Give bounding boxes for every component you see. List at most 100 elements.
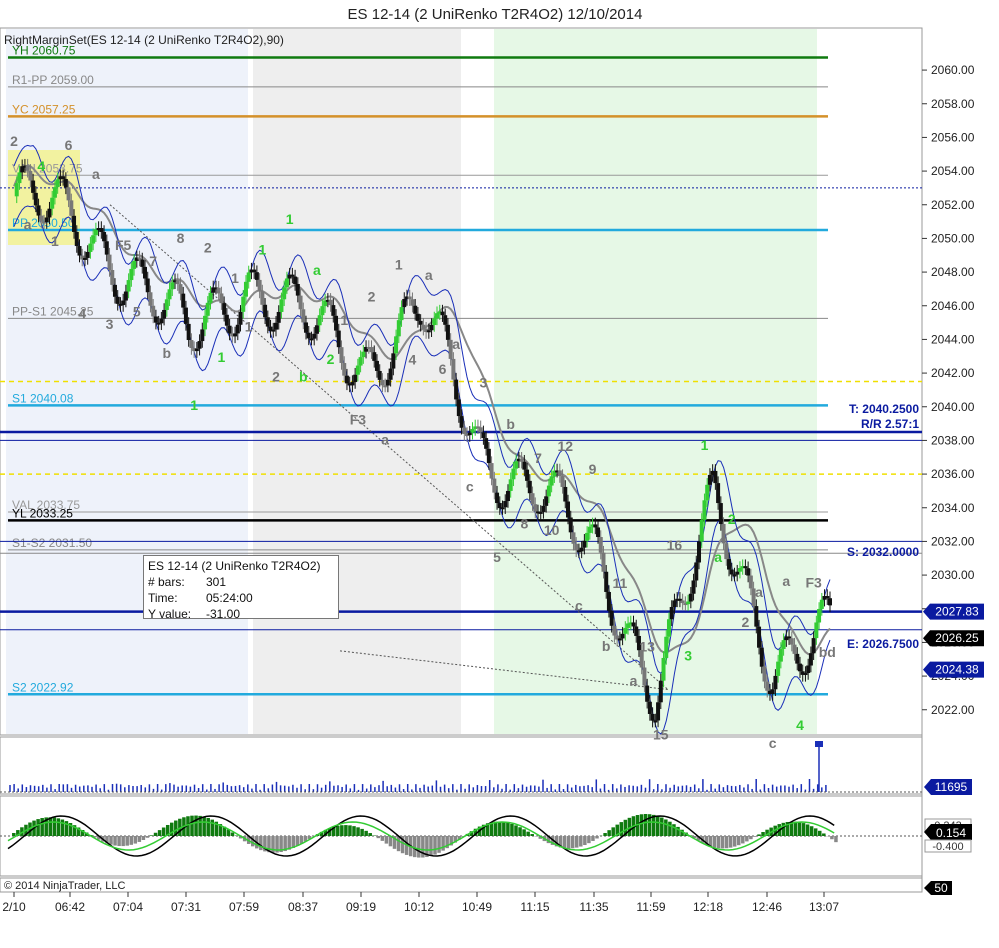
price-bar xyxy=(811,638,816,654)
data-box-title: ES 12-14 (2 UniRenko T2R4O2) xyxy=(148,559,321,573)
price-bar xyxy=(170,282,175,290)
price-tick-label: 2046.00 xyxy=(931,299,975,313)
data-box-row: Y value: -31.00 xyxy=(148,606,334,622)
price-bar xyxy=(243,281,248,297)
osc-bar xyxy=(732,836,737,847)
price-bar xyxy=(721,524,726,544)
osc-bar xyxy=(562,836,567,849)
price-bar xyxy=(732,574,737,577)
price-bar xyxy=(216,287,221,294)
time-tick-label: 09:19 xyxy=(346,900,376,914)
price-bar xyxy=(413,305,418,314)
price-bar xyxy=(688,593,693,602)
wave-label: 6 xyxy=(65,137,73,153)
osc-bar xyxy=(396,836,401,852)
price-bar xyxy=(279,299,284,312)
price-bar xyxy=(593,524,598,528)
price-bar xyxy=(391,353,396,369)
level-label: R1-PP 2059.00 xyxy=(12,73,94,87)
wave-label: bd xyxy=(819,644,836,660)
osc-bar xyxy=(206,817,210,836)
price-bar xyxy=(778,648,783,662)
price-bar xyxy=(650,713,655,721)
price-bar xyxy=(445,324,450,340)
wave-label: 7 xyxy=(534,450,542,466)
osc-bar xyxy=(526,831,530,836)
wave-label: c xyxy=(769,735,777,751)
wave-label: b xyxy=(299,368,308,384)
price-bar xyxy=(765,681,770,691)
price-bar xyxy=(271,329,276,332)
price-bar xyxy=(372,352,377,361)
price-bar xyxy=(666,619,671,637)
price-bar xyxy=(334,315,339,331)
price-bar xyxy=(355,365,360,375)
price-bar xyxy=(328,299,333,306)
osc-bar xyxy=(510,823,514,836)
osc-bar xyxy=(380,836,385,841)
wave-label: 8 xyxy=(177,230,185,246)
price-bar xyxy=(664,636,669,658)
price-bar xyxy=(647,701,652,714)
price-bar xyxy=(544,496,549,506)
price-bar xyxy=(819,599,824,609)
price-bar xyxy=(694,562,699,581)
price-bar xyxy=(797,663,802,672)
price-bar xyxy=(246,272,251,282)
price-bar xyxy=(707,474,712,485)
price-bar xyxy=(129,268,134,281)
price-bar xyxy=(273,322,278,330)
price-bar xyxy=(317,315,322,326)
level-label: S1 2040.08 xyxy=(12,391,74,405)
price-bar xyxy=(729,569,734,575)
wave-label: 4 xyxy=(796,717,804,733)
data-box-row: # bars: 301 xyxy=(148,574,334,590)
price-bar xyxy=(470,428,475,433)
price-bar xyxy=(383,385,388,388)
osc-bar xyxy=(149,835,154,836)
price-bar xyxy=(304,322,309,333)
wave-label: 10 xyxy=(544,522,560,538)
price-bar xyxy=(672,600,677,607)
price-bar xyxy=(803,673,808,676)
osc-bar xyxy=(757,834,761,836)
osc-bar xyxy=(805,824,810,836)
osc-bar xyxy=(202,816,206,836)
price-bar xyxy=(263,304,268,318)
price-bar xyxy=(481,432,486,439)
wave-label: a xyxy=(24,217,32,233)
price-bar xyxy=(407,296,412,300)
price-bar xyxy=(205,302,210,316)
osc-bar xyxy=(113,836,117,846)
osc-flags: 0.243 0.154 -0.400 xyxy=(924,818,972,853)
price-bar xyxy=(344,375,349,384)
osc-bar xyxy=(834,836,838,843)
wave-label: b xyxy=(163,345,172,361)
price-bar xyxy=(656,702,661,721)
price-bar xyxy=(596,527,601,538)
osc-bar xyxy=(660,817,664,836)
wave-label: 2 xyxy=(272,369,280,385)
osc-bar xyxy=(830,836,834,840)
price-bar xyxy=(260,291,265,305)
price-bar xyxy=(295,284,300,296)
price-bar xyxy=(238,311,243,325)
price-bar xyxy=(557,470,562,477)
time-tick-label: 07:59 xyxy=(229,900,259,914)
price-bar xyxy=(47,208,52,218)
chart-title: ES 12-14 (2 UniRenko T2R4O2) 12/10/2014 xyxy=(348,6,643,23)
level-label: YC 2057.25 xyxy=(12,102,76,116)
osc-bar xyxy=(109,836,113,845)
price-bar xyxy=(189,340,194,349)
price-bar xyxy=(219,293,224,304)
price-bar xyxy=(257,279,262,292)
price-bar xyxy=(77,246,82,256)
price-bar xyxy=(530,493,535,505)
price-bar xyxy=(560,476,565,487)
price-tick-label: 2034.00 xyxy=(931,501,975,515)
price-bar xyxy=(336,330,341,348)
price-tick-label: 2036.00 xyxy=(931,467,975,481)
price-bar xyxy=(14,183,19,197)
price-bar xyxy=(339,347,344,363)
osc-bar xyxy=(259,836,263,851)
